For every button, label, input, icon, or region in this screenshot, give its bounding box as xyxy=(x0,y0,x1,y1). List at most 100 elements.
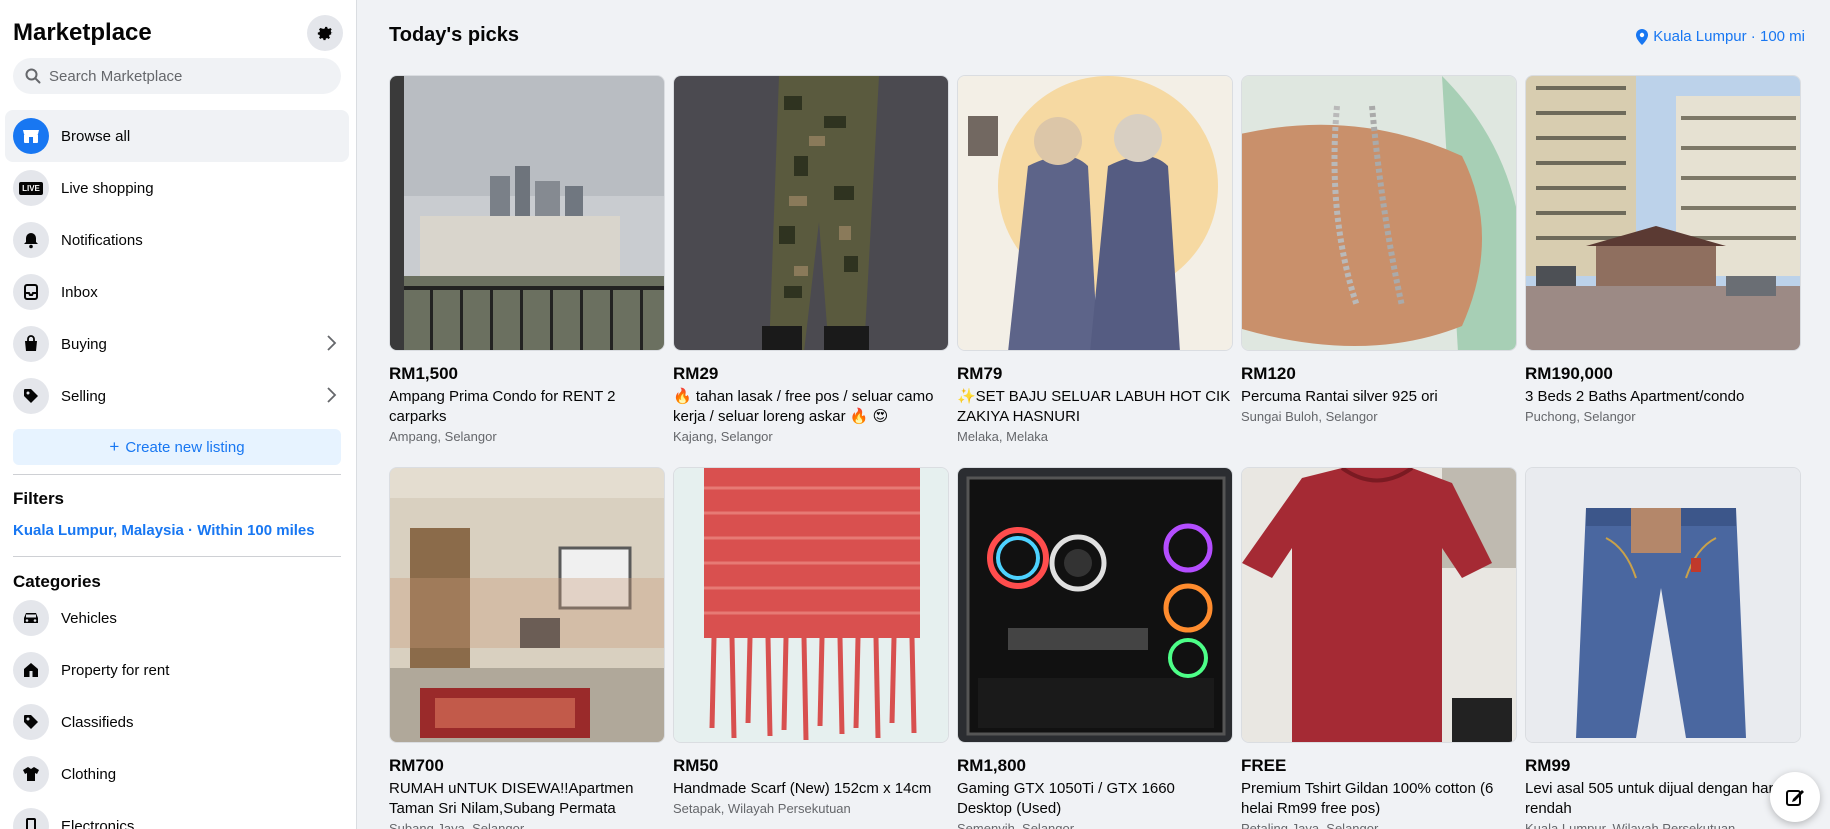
create-listing-button[interactable]: + Create new listing xyxy=(13,429,341,465)
search-input[interactable] xyxy=(49,67,319,85)
phone-icon xyxy=(13,808,49,829)
listing-image[interactable] xyxy=(1241,467,1517,743)
listing-location: Melaka, Melaka xyxy=(957,429,1049,444)
listing-price: RM190,000 xyxy=(1525,364,1613,383)
listing-location: Kuala Lumpur, Wilayah Persekutuan xyxy=(1525,821,1736,829)
chevron-right-icon xyxy=(327,335,337,351)
category-classifieds[interactable]: Classifieds xyxy=(5,696,349,748)
category-label: Property for rent xyxy=(61,661,170,679)
listing-card[interactable]: RM99 Levi asal 505 untuk dijual dengan h… xyxy=(1525,467,1801,829)
create-listing-label: Create new listing xyxy=(125,438,245,456)
live-badge: LIVE xyxy=(19,181,43,195)
divider xyxy=(13,474,341,475)
listing-card[interactable]: FREE Premium Tshirt Gildan 100% cotton (… xyxy=(1241,467,1517,829)
listing-card[interactable]: RM700 RUMAH uNTUK DISEWA!!Apartmen Taman… xyxy=(389,467,665,829)
listing-title: ✨SET BAJU SELUAR LABUH HOT CIK ZAKIYA HA… xyxy=(957,388,1231,425)
location-selector[interactable]: Kuala Lumpur · 100 mi xyxy=(1636,28,1805,45)
listing-title: Handmade Scarf (New) 152cm x 14cm xyxy=(673,780,932,797)
storefront-icon xyxy=(13,118,49,154)
shopping-bag-icon xyxy=(13,326,49,362)
listing-price: RM99 xyxy=(1525,756,1571,775)
listing-title: 🔥 tahan lasak / free pos / seluar camo k… xyxy=(673,388,934,425)
house-icon xyxy=(13,652,49,688)
listing-image[interactable] xyxy=(1525,467,1801,743)
search-bar[interactable] xyxy=(13,58,341,94)
sidebar-item-label: Inbox xyxy=(61,283,98,301)
settings-button[interactable] xyxy=(307,15,343,51)
shirt-icon xyxy=(13,756,49,792)
location-filter-link[interactable]: Kuala Lumpur, Malaysia · Within 100 mile… xyxy=(13,522,315,539)
listing-card[interactable]: RM29 🔥 tahan lasak / free pos / seluar c… xyxy=(673,75,949,467)
listing-location: Sungai Buloh, Selangor xyxy=(1241,409,1378,424)
listing-card[interactable]: RM1,500 Ampang Prima Condo for RENT 2 ca… xyxy=(389,75,665,467)
tag-icon xyxy=(13,378,49,414)
location-pin-icon xyxy=(1636,28,1649,45)
sidebar-item-label: Live shopping xyxy=(61,179,154,197)
listing-image[interactable] xyxy=(389,75,665,351)
category-vehicles[interactable]: Vehicles xyxy=(5,592,349,644)
tag-icon xyxy=(13,704,49,740)
sidebar-item-label: Buying xyxy=(61,335,107,353)
sidebar-item-inbox[interactable]: Inbox xyxy=(5,266,349,318)
listing-title: RUMAH uNTUK DISEWA!!Apartmen Taman Sri N… xyxy=(389,780,634,817)
category-label: Vehicles xyxy=(61,609,117,627)
listing-title: Ampang Prima Condo for RENT 2 carparks xyxy=(389,388,616,425)
sidebar-item-label: Selling xyxy=(61,387,107,405)
listing-location: Kajang, Selangor xyxy=(673,429,773,444)
page-title: Marketplace xyxy=(13,19,152,46)
listing-card[interactable]: RM120 Percuma Rantai silver 925 ori Sung… xyxy=(1241,75,1517,467)
sidebar-nav: Browse all LIVE Live shopping Notificati… xyxy=(5,110,349,422)
live-icon: LIVE xyxy=(13,170,49,206)
divider xyxy=(13,556,341,557)
listing-price: RM50 xyxy=(673,756,719,775)
section-title: Today's picks xyxy=(389,24,519,46)
category-property-for-rent[interactable]: Property for rent xyxy=(5,644,349,696)
category-label: Classifieds xyxy=(61,713,134,731)
category-list: Vehicles Property for rent Classifieds C… xyxy=(5,592,349,829)
category-electronics[interactable]: Electronics xyxy=(5,800,349,829)
sidebar-item-live-shopping[interactable]: LIVE Live shopping xyxy=(5,162,349,214)
listing-image[interactable] xyxy=(1525,75,1801,351)
listing-card[interactable]: RM79 ✨SET BAJU SELUAR LABUH HOT CIK ZAKI… xyxy=(957,75,1233,467)
listing-image[interactable] xyxy=(1241,75,1517,351)
category-clothing[interactable]: Clothing xyxy=(5,748,349,800)
listing-image[interactable] xyxy=(957,467,1233,743)
sidebar-item-browse-all[interactable]: Browse all xyxy=(5,110,349,162)
listing-card[interactable]: RM1,800 Gaming GTX 1050Ti / GTX 1660 Des… xyxy=(957,467,1233,829)
listing-image[interactable] xyxy=(673,467,949,743)
sidebar-item-buying[interactable]: Buying xyxy=(5,318,349,370)
listing-image[interactable] xyxy=(389,467,665,743)
listing-title: Percuma Rantai silver 925 ori xyxy=(1241,388,1438,405)
listing-grid: RM1,500 Ampang Prima Condo for RENT 2 ca… xyxy=(389,75,1801,829)
listing-title: Premium Tshirt Gildan 100% cotton (6 hel… xyxy=(1241,780,1494,817)
listing-location: Ampang, Selangor xyxy=(389,429,497,444)
listing-image[interactable] xyxy=(957,75,1233,351)
location-label: Kuala Lumpur · 100 mi xyxy=(1653,28,1805,45)
sidebar-item-notifications[interactable]: Notifications xyxy=(5,214,349,266)
listing-location: Puchong, Selangor xyxy=(1525,409,1636,424)
search-icon xyxy=(25,68,41,84)
listing-location: Setapak, Wilayah Persekutuan xyxy=(673,801,851,816)
compose-button[interactable] xyxy=(1770,772,1820,822)
listing-price: RM1,500 xyxy=(389,364,458,383)
listing-card[interactable]: RM50 Handmade Scarf (New) 152cm x 14cm S… xyxy=(673,467,949,829)
listing-image[interactable] xyxy=(673,75,949,351)
listing-price: RM120 xyxy=(1241,364,1296,383)
listing-price: RM700 xyxy=(389,756,444,775)
listing-price: RM79 xyxy=(957,364,1003,383)
chevron-right-icon xyxy=(327,387,337,403)
bell-icon xyxy=(13,222,49,258)
inbox-icon xyxy=(13,274,49,310)
sidebar-item-label: Notifications xyxy=(61,231,143,249)
sidebar-header: Marketplace xyxy=(13,15,343,51)
listing-title: Gaming GTX 1050Ti / GTX 1660 Desktop (Us… xyxy=(957,780,1175,817)
listing-card[interactable]: RM190,000 3 Beds 2 Baths Apartment/condo… xyxy=(1525,75,1801,467)
filters-heading: Filters xyxy=(13,489,65,508)
listing-location: Petaling Jaya, Selangor xyxy=(1241,821,1379,829)
sidebar-item-selling[interactable]: Selling xyxy=(5,370,349,422)
listing-title: 3 Beds 2 Baths Apartment/condo xyxy=(1525,388,1745,405)
gear-icon xyxy=(317,26,333,41)
main-content: Today's picks Kuala Lumpur · 100 mi RM1,… xyxy=(358,0,1830,829)
compose-icon xyxy=(1786,790,1804,806)
categories-heading: Categories xyxy=(13,572,101,591)
